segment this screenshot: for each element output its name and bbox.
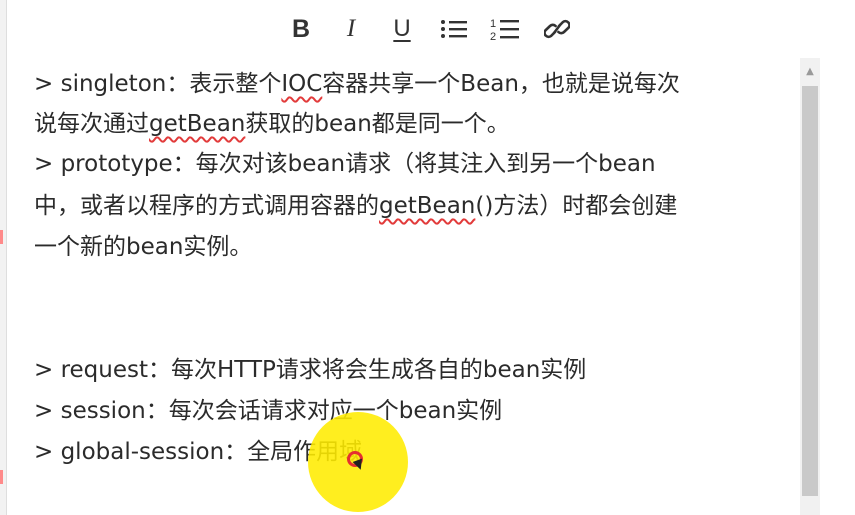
link-icon [544,19,570,39]
editor-line-prototype-cont: 中，或者以程序的方式调用容器的getBean()方法）时都会创建 [34,193,678,219]
numbered-list-icon: 1 2 [490,18,519,42]
svg-text:2: 2 [490,31,496,42]
editor-line-singleton: > singleton：表示整个IOC容器共享一个Bean，也就是说每次 [34,71,680,97]
formatting-toolbar: B I U 1 2 [0,0,855,58]
left-margin-marker [0,470,3,484]
editor-line-session: > session：每次会话请求对应一个bean实例 [34,398,503,424]
bulleted-list-button[interactable] [438,12,470,46]
insert-link-button[interactable] [543,12,571,46]
bold-button[interactable]: B [290,12,312,46]
editor-line-singleton-cont: 说每次通过getBean获取的bean都是同一个。 [34,111,510,137]
numbered-list-button[interactable]: 1 2 [488,12,522,46]
vertical-scrollbar[interactable]: ▲ [800,58,820,515]
italic-button[interactable]: I [340,12,362,46]
editor-line-prototype-end: 一个新的bean实例。 [34,234,253,260]
left-margin-rule [0,0,7,515]
editor-line-prototype: > prototype：每次对该bean请求（将其注入到另一个bean [34,151,656,177]
right-background [820,0,855,515]
bulleted-list-icon [441,20,467,38]
underline-button[interactable]: U [390,12,414,46]
editor-line-request: > request：每次HTTP请求将会生成各自的bean实例 [34,357,587,383]
rich-text-editor[interactable]: > singleton：表示整个IOC容器共享一个Bean，也就是说每次 说每次… [26,58,796,515]
scrollbar-thumb[interactable] [802,86,818,496]
spellcheck-word: getBean [149,111,246,137]
svg-text:1: 1 [490,18,496,30]
spellcheck-word: getBean [379,193,476,219]
scroll-up-arrow-icon[interactable]: ▲ [800,64,820,78]
spellcheck-word: IOC [281,71,323,97]
left-margin-marker [0,230,3,244]
